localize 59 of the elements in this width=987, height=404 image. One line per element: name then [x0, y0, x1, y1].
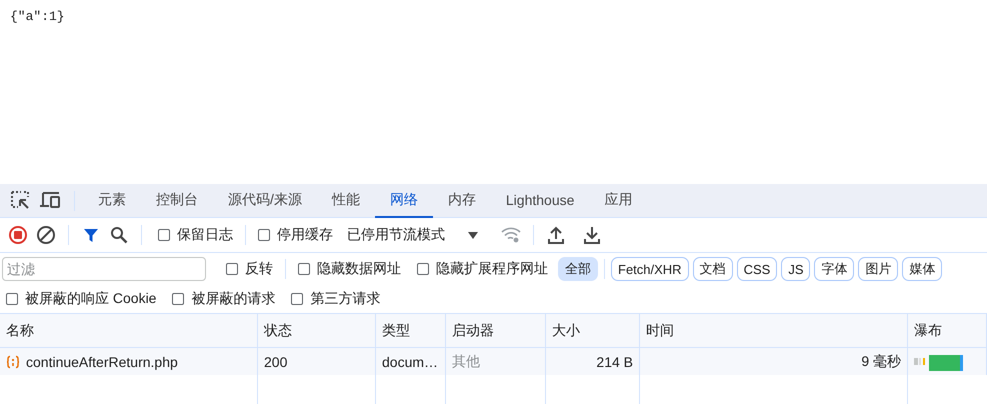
throttling-dropdown[interactable]: 已停用节流模式 — [343, 226, 449, 244]
panel-tab[interactable]: 内存 — [432, 184, 491, 218]
clear-icon[interactable] — [36, 225, 56, 245]
panel-tab[interactable]: 源代码/来源 — [213, 184, 317, 218]
type-filter-chip[interactable]: 媒体 — [902, 257, 942, 281]
checkbox-label: 保留日志 — [177, 226, 233, 244]
checkbox[interactable] — [417, 263, 429, 275]
table-cell: docum… — [376, 348, 446, 375]
filter-icon[interactable] — [83, 227, 99, 243]
type-filter-chip[interactable]: 全部 — [558, 257, 598, 281]
checkbox-label: 反转 — [245, 260, 273, 278]
checkbox-label: 被屏蔽的响应 Cookie — [25, 290, 156, 308]
checkbox-label: 被屏蔽的请求 — [191, 290, 276, 308]
type-filter-chip[interactable]: 字体 — [814, 257, 854, 281]
panel-tab[interactable]: 性能 — [316, 184, 375, 218]
device-toolbar-icon[interactable] — [39, 191, 61, 209]
checkbox-label: 第三方请求 — [310, 290, 380, 308]
column-header[interactable]: 状态 — [258, 314, 376, 348]
table-cell: 200 — [258, 348, 376, 375]
checkbox-label: 隐藏扩展程序网址 — [436, 260, 548, 278]
checkbox[interactable] — [158, 229, 170, 241]
checkbox[interactable] — [298, 263, 310, 275]
column-header[interactable]: 时间 — [640, 314, 908, 348]
type-filter-chip[interactable]: CSS — [736, 257, 778, 281]
type-filter-chip[interactable]: JS — [781, 257, 810, 281]
stop-recording-icon[interactable] — [8, 225, 28, 245]
checkbox-label: 停用缓存 — [277, 226, 333, 244]
table-cell: 其他 — [446, 348, 546, 375]
response-text: {"a":1} — [10, 9, 65, 24]
panel-tab[interactable]: 应用 — [589, 184, 648, 218]
panel-tab[interactable]: Lighthouse — [490, 184, 590, 218]
document-icon — [6, 354, 20, 368]
column-header[interactable]: 大小 — [546, 314, 640, 348]
checkbox[interactable] — [258, 229, 270, 241]
type-filter-chip[interactable]: Fetch/XHR — [611, 257, 689, 281]
checkbox[interactable] — [226, 263, 238, 275]
waterfall-bar-drawing — [914, 352, 964, 370]
type-filter-chip[interactable]: 图片 — [858, 257, 898, 281]
panel-tab[interactable]: 网络 — [374, 184, 433, 218]
panel-tab[interactable]: 控制台 — [141, 184, 213, 218]
inspect-icon[interactable] — [10, 190, 30, 210]
table-cell: 214 B — [546, 348, 640, 375]
download-icon[interactable] — [584, 226, 600, 244]
checkbox-label: 隐藏数据网址 — [317, 260, 401, 278]
network-conditions-icon[interactable] — [501, 227, 521, 243]
column-header[interactable]: 名称 — [0, 314, 258, 348]
checkbox[interactable] — [6, 293, 18, 305]
column-header[interactable]: 类型 — [376, 314, 446, 348]
table-cell: 9 毫秒 — [640, 348, 908, 375]
checkbox[interactable] — [291, 293, 304, 305]
caret-icon[interactable] — [468, 232, 478, 238]
type-filter-chip[interactable]: 文档 — [692, 257, 733, 281]
column-header[interactable]: 瀑布 — [908, 314, 987, 348]
upload-icon[interactable] — [548, 226, 564, 244]
panel-tab[interactable]: 元素 — [83, 184, 141, 218]
checkbox[interactable] — [172, 293, 184, 305]
filter-field[interactable]: 过滤 — [2, 257, 206, 281]
search-icon[interactable] — [110, 226, 128, 244]
column-header[interactable]: 启动器 — [446, 314, 546, 348]
